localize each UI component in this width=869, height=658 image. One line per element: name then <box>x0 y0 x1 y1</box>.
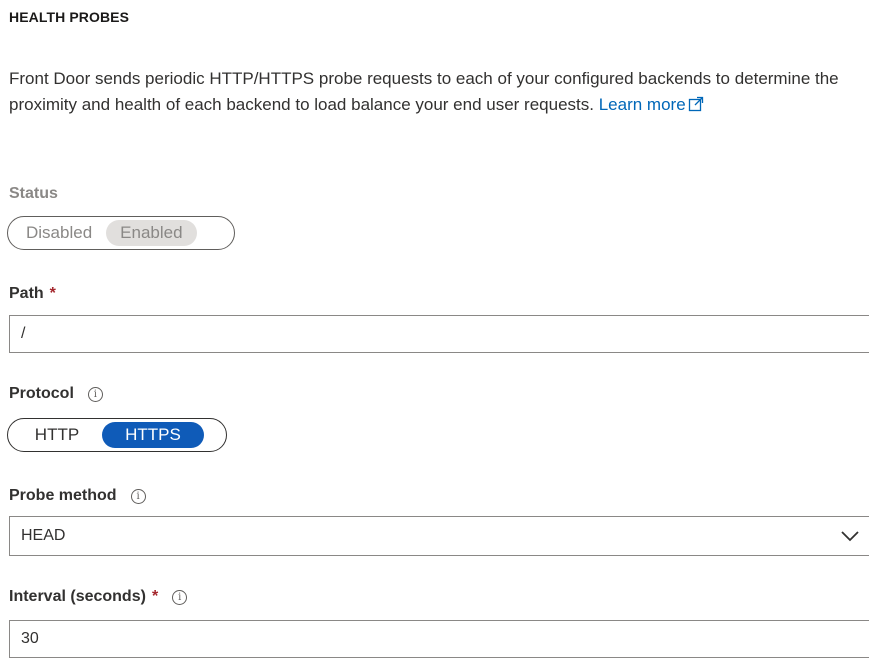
info-icon[interactable]: i <box>172 589 188 605</box>
required-asterisk: * <box>151 588 159 605</box>
chevron-down-icon <box>841 531 859 542</box>
interval-input[interactable]: 30 <box>9 620 869 658</box>
path-label: Path * <box>9 285 56 303</box>
description-text: Front Door sends periodic HTTP/HTTPS pro… <box>9 66 859 118</box>
protocol-option-https[interactable]: HTTPS <box>102 422 204 448</box>
path-input[interactable]: / <box>9 315 869 353</box>
probe-method-label: Probe method i <box>9 487 146 505</box>
status-option-enabled: Enabled <box>106 220 197 246</box>
required-asterisk: * <box>49 285 56 302</box>
learn-more-label: Learn more <box>598 95 686 114</box>
status-option-disabled: Disabled <box>26 223 93 242</box>
external-link-icon <box>688 96 703 112</box>
protocol-label-text: Protocol <box>9 385 74 402</box>
section-title: HEALTH PROBES <box>9 9 130 25</box>
info-icon[interactable]: i <box>130 488 146 504</box>
interval-label: Interval (seconds) * i <box>9 588 188 606</box>
status-toggle: Disabled Enabled <box>7 216 235 250</box>
status-label-text: Status <box>9 185 58 202</box>
learn-more-link[interactable]: Learn more <box>599 95 704 114</box>
interval-input-value: 30 <box>21 630 39 647</box>
probe-method-value: HEAD <box>21 527 66 544</box>
protocol-toggle[interactable]: HTTP HTTPS <box>7 418 227 452</box>
interval-label-text: Interval (seconds) <box>9 588 146 605</box>
info-icon[interactable]: i <box>87 386 103 402</box>
path-input-value: / <box>21 325 26 342</box>
path-label-text: Path <box>9 285 44 302</box>
protocol-label: Protocol i <box>9 385 103 403</box>
description-body: Front Door sends periodic HTTP/HTTPS pro… <box>9 69 839 114</box>
protocol-option-http[interactable]: HTTP <box>12 422 102 448</box>
status-label: Status <box>9 185 58 203</box>
probe-method-label-text: Probe method <box>9 487 117 504</box>
probe-method-dropdown[interactable]: HEAD <box>9 516 869 556</box>
